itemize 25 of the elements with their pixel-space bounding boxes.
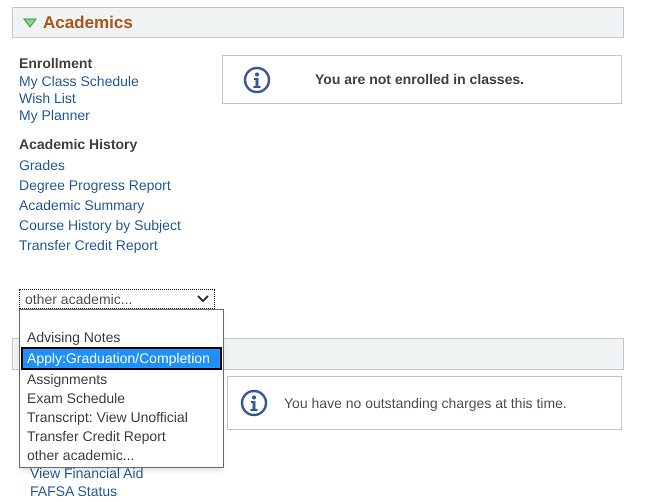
nav-link[interactable]: FAFSA Status (30, 482, 118, 500)
dropdown-option[interactable]: Transcript: View Unofficial (21, 408, 222, 427)
nav-link[interactable]: Transfer Credit Report (19, 235, 158, 255)
dropdown-option[interactable]: other academic... (21, 446, 222, 465)
nav-link[interactable]: Wish List (19, 90, 76, 107)
message-text: You are not enrolled in classes. (315, 70, 524, 89)
dropdown-option[interactable]: Advising Notes (21, 328, 222, 347)
nav-link[interactable]: Course History by Subject (19, 215, 181, 235)
message-text: You have no outstanding charges at this time. (284, 394, 567, 413)
section-header[interactable]: Academics (12, 7, 624, 38)
nav-link[interactable]: Grades (19, 155, 65, 175)
dropdown-option[interactable]: Assignments (21, 370, 222, 389)
nav-link[interactable]: My Planner (19, 107, 90, 124)
group-heading: Academic History (19, 135, 138, 154)
dropdown-option[interactable]: Transfer Credit Report (21, 427, 222, 446)
chevron-down-icon (197, 295, 209, 303)
info-icon (240, 389, 268, 417)
nav-link[interactable]: View Financial Aid (30, 464, 144, 482)
dropdown-option[interactable]: Exam Schedule (21, 389, 222, 408)
group-heading: Enrollment (19, 55, 94, 72)
nav-link[interactable]: Academic Summary (19, 195, 144, 215)
info-icon (243, 66, 271, 94)
section-title: Academics (43, 12, 133, 34)
nav-link[interactable]: My Class Schedule (19, 73, 139, 90)
nav-link[interactable]: Degree Progress Report (19, 175, 171, 195)
